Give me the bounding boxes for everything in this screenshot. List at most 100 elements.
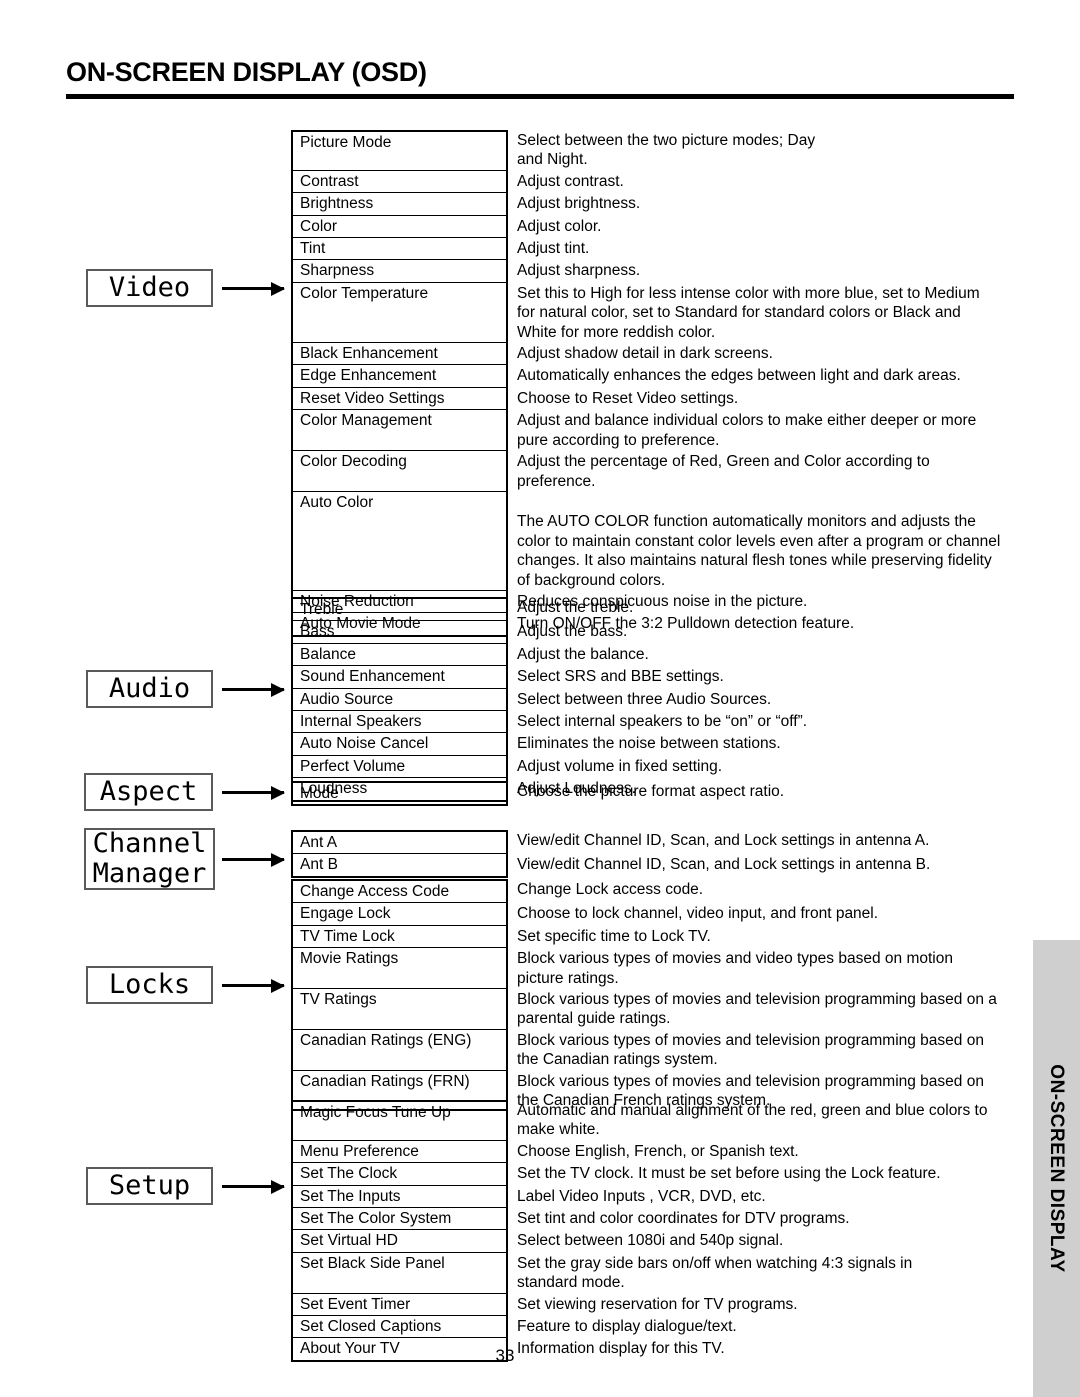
menu-item-description: Feature to display dialogue/text. [508,1316,1080,1338]
table-row: Menu Preference Choose English, French, o… [291,1140,1080,1164]
description-line: Adjust the bass. [517,623,628,641]
description-line: Choose to Reset Video settings. [517,389,739,407]
category-label-aspect: Aspect [99,775,198,807]
menu-item-label: Color Decoding [291,451,508,492]
menu-item-label: Set Event Timer [291,1293,508,1317]
menu-item-label: Internal Speakers [291,711,508,734]
menu-item-description: Adjust the treble. [508,597,1080,621]
menu-item-label: Bass [291,621,508,644]
menu-item-label: TV Ratings [291,989,508,1030]
menu-item-description: Set specific time to Lock TV. [508,926,1080,948]
description-line: Select SRS and BBE settings. [517,668,724,686]
menu-item-description: Block various types of movies and televi… [508,1030,1080,1071]
description-line: pure according to preference. [517,431,720,449]
category-label-manager: Manager [92,858,207,889]
menu-item-label: Set Black Side Panel [291,1252,508,1294]
description-line: standard mode. [517,1274,625,1292]
menu-item-description: Adjust brightness. [508,193,1080,215]
menu-item-label: Edge Enhancement [291,365,508,388]
description-line: for natural color, set to Standard for s… [517,304,961,322]
menu-item-description: Automatically enhances the edges between… [508,365,1080,387]
category-box-video: Video [86,269,213,307]
category-label-video: Video [108,271,191,303]
arrow-icon-audio [222,688,284,691]
table-row: Perfect Volume Adjust volume in fixed set… [291,755,1080,779]
description-line: and Night. [517,151,588,169]
description-line: Eliminates the noise between stations. [517,735,781,753]
description-line: Set specific time to Lock TV. [517,927,711,945]
description-line: Adjust the balance. [517,645,649,663]
category-box-aspect: Aspect [84,773,213,811]
menu-item-description: Set tint and color coordinates for DTV p… [508,1208,1080,1230]
table-row: Color Adjust color. [291,215,1080,239]
description-line: Select between the two picture modes; Da… [517,132,816,149]
table-row: Bass Adjust the bass. [291,621,1080,644]
arrow-icon-setup [222,1185,284,1188]
description-line: Choose English, French, or Spanish text. [517,1142,799,1160]
menu-item-description: Automatic and manual alignment of the re… [508,1100,1080,1141]
menu-item-label: Engage Lock [291,903,508,926]
table-row: Color Decoding Adjust the percentage of R… [291,451,1080,492]
description-line: Block various types of movies and televi… [517,1072,984,1090]
menu-item-description: Adjust the bass. [508,621,1080,643]
arrow-icon-channel [222,858,284,861]
table-row: Movie Ratings Block various types of movi… [291,948,1080,990]
menu-item-label: Reset Video Settings [291,387,508,411]
description-line: Set this to High for less intense color … [517,284,980,302]
table-row: Magic Focus Tune Up Automatic and manual … [291,1100,1080,1141]
description-line: The AUTO COLOR function automatically mo… [517,513,976,531]
menu-item-description: Label Video Inputs , VCR, DVD, etc. [508,1186,1080,1208]
description-line: Block various types of movies and televi… [517,1031,984,1049]
menu-item-description: View/edit Channel ID, Scan, and Lock set… [508,830,1080,854]
menu-item-label: Magic Focus Tune Up [291,1100,508,1141]
menu-item-description: Adjust volume in fixed setting. [508,756,1080,778]
description-line: of background colors. [517,571,666,589]
menu-item-label: Audio Source [291,688,508,712]
menu-item-label: Perfect Volume [291,755,508,779]
menu-item-label: Color Temperature [291,282,508,344]
category-box-channel-manager: Channel Manager [84,828,215,890]
description-line: Choose to lock channel, video input, and… [517,905,879,923]
description-line: Adjust color. [517,217,602,235]
menu-item-description: Select internal speakers to be “on” or “… [508,711,1080,733]
menu-item-label: Black Enhancement [291,343,508,366]
menu-item-label: Set Virtual HD [291,1230,508,1253]
menu-item-label: Set Closed Captions [291,1316,508,1339]
description-line: the Canadian ratings system. [517,1051,718,1069]
menu-item-label: TV Time Lock [291,925,508,949]
table-row: Edge Enhancement Automatically enhances t… [291,365,1080,388]
menu-item-description: Choose the picture format aspect ratio. [508,781,1080,806]
table-row: Set Virtual HD Select between 1080i and 5… [291,1230,1080,1253]
table-row: TV Ratings Block various types of movies … [291,989,1080,1030]
table-row: Balance Adjust the balance. [291,643,1080,667]
description-line: preference. [517,472,596,490]
menu-item-description: Set the TV clock. It must be set before … [508,1163,1080,1185]
menu-item-description: Choose to lock channel, video input, and… [508,903,1080,925]
description-line: changes. It also maintains natural flesh… [517,552,992,570]
page-title: ON-SCREEN DISPLAY (OSD) [66,57,427,87]
menu-item-description: Adjust contrast. [508,171,1080,193]
menu-item-description: View/edit Channel ID, Scan, and Lock set… [508,854,1080,877]
menu-item-description: Adjust shadow detail in dark screens. [508,343,1080,365]
menu-item-label: Contrast [291,170,508,194]
arrow-icon-aspect [222,791,284,794]
menu-item-description: Adjust color. [508,216,1080,238]
table-row: Set The Inputs Label Video Inputs , VCR, … [291,1185,1080,1209]
description-line: Set viewing reservation for TV programs. [517,1295,798,1313]
table-row: Sound Enhancement Select SRS and BBE sett… [291,666,1080,689]
table-channel-manager: Ant A View/edit Channel ID, Scan, and Loc… [291,830,1080,878]
table-row: Engage Lock Choose to lock channel, video… [291,903,1080,926]
table-row: Set Black Side Panel Set the gray side ba… [291,1252,1080,1294]
description-line: Adjust the treble. [517,599,634,616]
table-setup: Magic Focus Tune Up Automatic and manual … [291,1100,1080,1362]
category-box-setup: Setup [86,1167,213,1205]
menu-item-label: Set The Color System [291,1208,508,1231]
menu-item-label: Canadian Ratings (ENG) [291,1029,508,1071]
table-row: Black Enhancement Adjust shadow detail in… [291,343,1080,366]
table-row: Set Event Timer Set viewing reservation f… [291,1293,1080,1317]
description-line: Change Lock access code. [517,881,704,898]
description-line: View/edit Channel ID, Scan, and Lock set… [517,832,930,849]
category-box-locks: Locks [86,966,213,1004]
menu-item-label: Balance [291,643,508,667]
menu-item-label: Set The Inputs [291,1185,508,1209]
